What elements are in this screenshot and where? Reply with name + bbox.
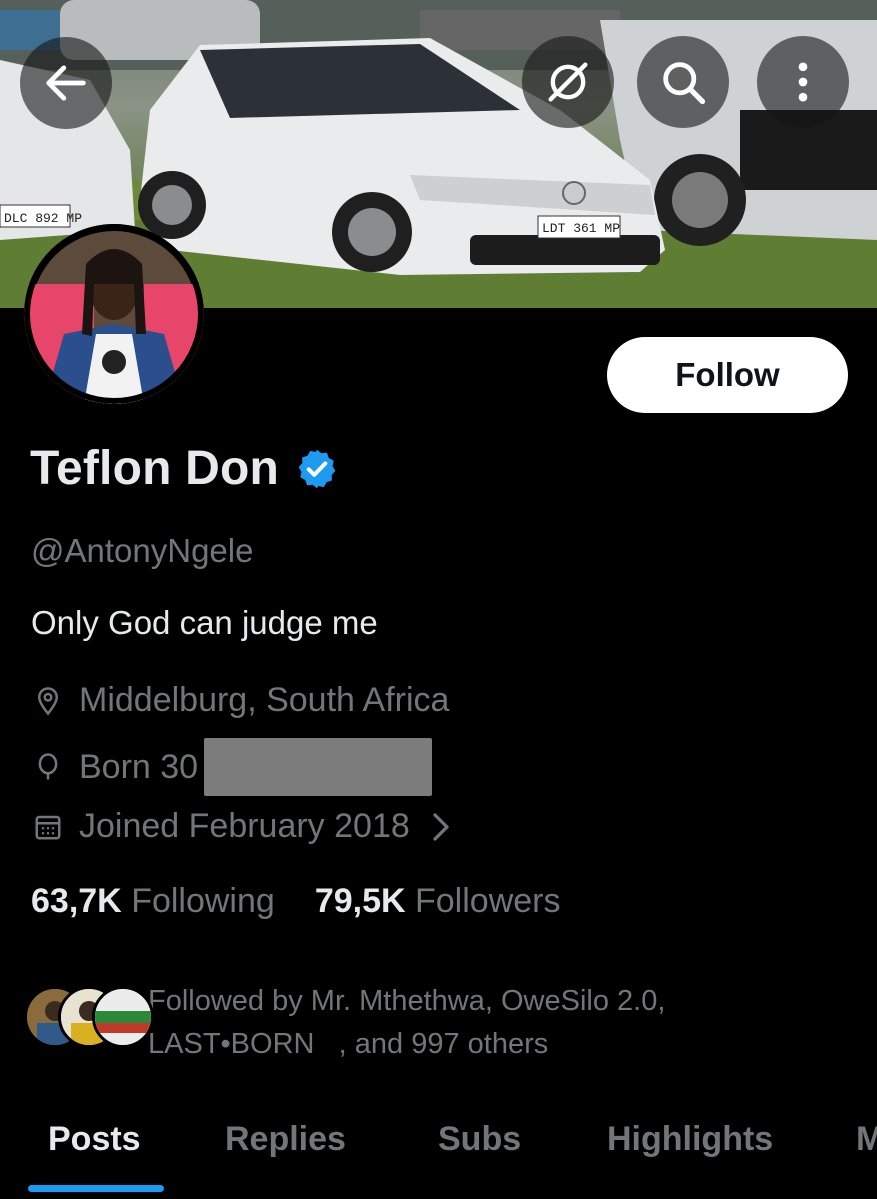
- arrow-left-icon: [46, 65, 86, 101]
- chevron-right-icon: [433, 812, 449, 841]
- grok-button[interactable]: [522, 36, 614, 128]
- following-count: 63,7K: [31, 882, 122, 920]
- profile-joined[interactable]: Joined February 2018: [31, 807, 452, 846]
- birthday-text: Born 30: [79, 747, 199, 786]
- tab-subs[interactable]: Subs: [438, 1120, 521, 1159]
- grok-icon: [548, 62, 588, 102]
- location-pin-icon: [31, 684, 65, 718]
- redacted-birthdate: [204, 738, 433, 796]
- profile-tabs: Posts Replies Subs Highlights M: [0, 1110, 877, 1199]
- followed-by-line-2: LAST•BORN , and 997 others: [148, 1028, 549, 1060]
- profile-stats: 63,7K Following 79,5K Followers: [31, 882, 600, 921]
- search-icon: [663, 62, 706, 105]
- followed-by-line-1: Followed by Mr. Mthethwa, OweSilo 2.0,: [148, 985, 666, 1017]
- location-text: Middelburg, South Africa: [79, 681, 450, 719]
- profile-birthday: Born 30: [31, 738, 433, 796]
- following-stat[interactable]: 63,7K Following: [31, 882, 275, 921]
- followed-by-text: Followed by Mr. Mthethwa, OweSilo 2.0, L…: [148, 980, 768, 1066]
- tab-posts[interactable]: Posts: [48, 1120, 141, 1159]
- joined-text: Joined February 2018: [79, 807, 410, 845]
- profile-avatar[interactable]: [24, 224, 204, 404]
- profile-bio: Only God can judge me: [31, 604, 378, 641]
- mutual-avatar: [92, 986, 154, 1048]
- followers-stat[interactable]: 79,5K Followers: [315, 882, 561, 921]
- profile-handle: @AntonyNgele: [31, 532, 254, 569]
- follow-button[interactable]: Follow: [607, 337, 848, 413]
- followers-label: Followers: [415, 882, 561, 920]
- back-button[interactable]: [20, 37, 112, 129]
- avatar-photo: [24, 224, 204, 404]
- mutual-avatars: [24, 986, 154, 1048]
- tab-media[interactable]: M: [856, 1120, 877, 1159]
- tab-replies[interactable]: Replies: [225, 1120, 346, 1159]
- followers-count: 79,5K: [314, 882, 406, 920]
- followed-by-section[interactable]: Followed by Mr. Mthethwa, OweSilo 2.0, L…: [24, 980, 768, 1066]
- search-button[interactable]: [637, 36, 729, 128]
- calendar-icon: [31, 810, 65, 844]
- verified-badge-icon[interactable]: [295, 447, 339, 491]
- display-name: Teflon Don: [30, 442, 280, 495]
- tab-highlights[interactable]: Highlights: [607, 1120, 773, 1159]
- banner-plate-center: LDT 361 MP: [542, 221, 620, 236]
- profile-location: Middelburg, South Africa: [31, 681, 449, 720]
- more-options-button[interactable]: [757, 36, 849, 128]
- active-tab-indicator: [28, 1185, 164, 1192]
- more-vertical-icon: [798, 62, 808, 102]
- balloon-icon: [31, 750, 65, 784]
- banner-plate-left: DLC 892 MP: [4, 211, 82, 226]
- profile-name-row: Teflon Don: [30, 441, 339, 496]
- following-label: Following: [131, 882, 275, 920]
